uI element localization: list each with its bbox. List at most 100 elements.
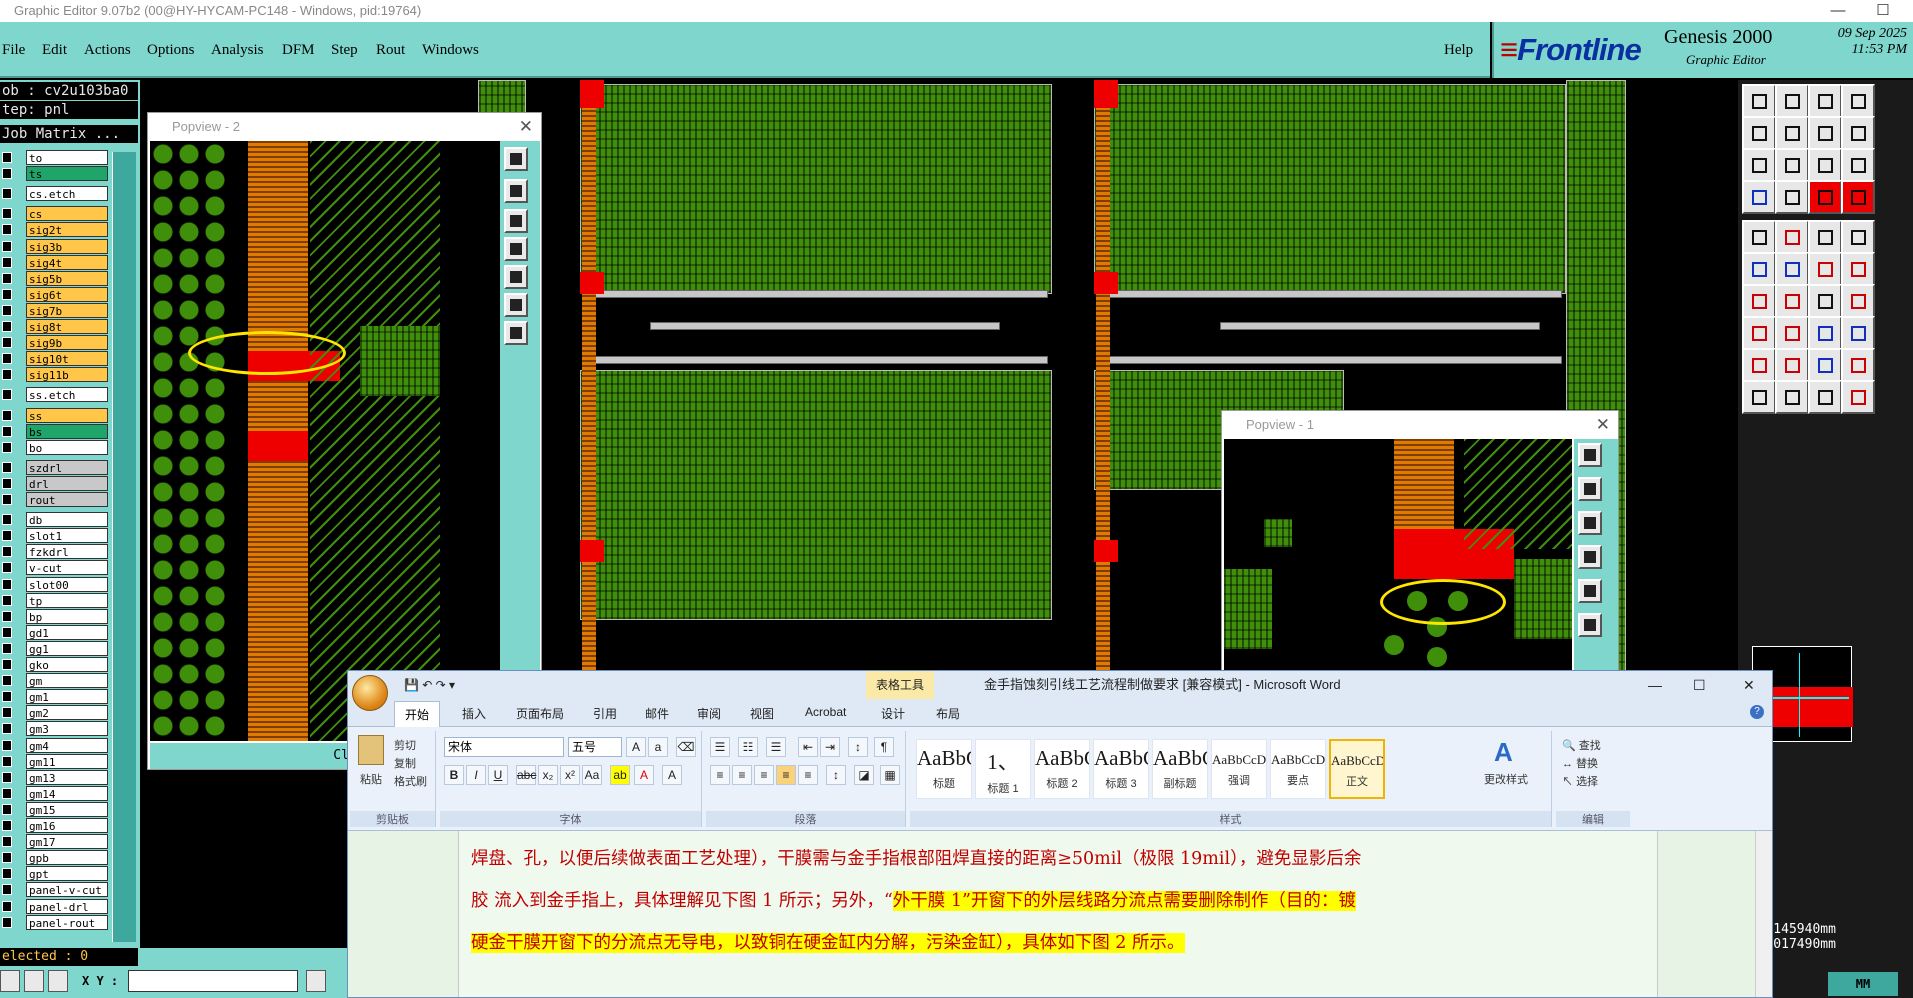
drc-icon-2[interactable] xyxy=(1775,348,1809,382)
edit-icon-1[interactable] xyxy=(1742,284,1776,318)
snap-icon-1[interactable] xyxy=(1742,180,1776,214)
edit-icon-3[interactable] xyxy=(1808,284,1842,318)
layer-item[interactable]: szdrl xyxy=(26,459,108,475)
layer-checkbox[interactable] xyxy=(2,594,12,606)
fit-icon[interactable] xyxy=(1578,613,1602,637)
drc-icon-4[interactable] xyxy=(1841,348,1875,382)
layer-checkbox[interactable] xyxy=(2,787,12,799)
layer-item[interactable]: sig8t xyxy=(26,319,108,334)
zoom-icon-1[interactable] xyxy=(1742,84,1776,118)
layer-item[interactable]: sig6t xyxy=(26,286,108,302)
layer-checkbox[interactable] xyxy=(2,900,12,912)
layer-item[interactable]: gm1 xyxy=(26,689,108,705)
layer-checkbox[interactable] xyxy=(2,272,12,284)
layer-item[interactable]: sig7b xyxy=(26,302,108,318)
layer-item[interactable]: gm xyxy=(26,673,108,689)
style-item[interactable]: AaBbC 标题 2 xyxy=(1034,739,1090,799)
grid-tool-icon[interactable] xyxy=(48,970,68,992)
maximize-button[interactable]: ☐ xyxy=(1860,0,1906,22)
layer-item[interactable]: sig11b xyxy=(26,367,108,383)
zoom-icon-2[interactable] xyxy=(1775,84,1809,118)
layer-checkbox[interactable] xyxy=(2,321,12,332)
layer-checkbox[interactable] xyxy=(2,494,12,505)
increase-indent-icon[interactable]: ⇥ xyxy=(820,737,840,757)
style-item[interactable]: AaBbC 副标题 xyxy=(1152,739,1208,799)
measure-icon-1[interactable] xyxy=(1742,252,1776,286)
multilevel-list-icon[interactable]: ☰ xyxy=(766,737,786,757)
tab-view[interactable]: 视图 xyxy=(750,705,774,722)
zoom-icon-4[interactable] xyxy=(1841,84,1875,118)
layer-checkbox[interactable] xyxy=(2,626,12,638)
menu-dfm[interactable]: DFM xyxy=(282,42,315,59)
align-left-icon[interactable]: ≡ xyxy=(710,765,730,785)
layer-checkbox[interactable] xyxy=(2,836,12,848)
word-window[interactable]: 💾 ↶ ↷ ▾ 表格工具 金手指蚀刻引线工艺流程制做要求 [兼容模式] - Mi… xyxy=(347,670,1773,998)
layer-icon-4[interactable] xyxy=(1841,148,1875,182)
shading-icon[interactable]: ◪ xyxy=(854,765,874,785)
shrink-font-icon[interactable]: a xyxy=(648,737,668,757)
numbering-icon[interactable]: ☷ xyxy=(738,737,758,757)
style-item[interactable]: AaBbCcD 强调 xyxy=(1211,739,1267,799)
style-item[interactable]: AaBbCcD 要点 xyxy=(1270,739,1326,799)
layer-item[interactable]: sig5b xyxy=(26,270,108,286)
layer-checkbox[interactable] xyxy=(2,852,12,864)
word-close-button[interactable]: ✕ xyxy=(1743,671,1755,699)
layer-item[interactable]: bp xyxy=(26,608,108,624)
layer-item[interactable]: gm11 xyxy=(26,753,108,769)
borders-icon[interactable]: ▦ xyxy=(880,765,900,785)
menu-analysis[interactable]: Analysis xyxy=(211,42,264,59)
layer-item[interactable]: ts xyxy=(26,166,108,182)
copy-button[interactable]: 复制 xyxy=(394,755,416,771)
replace-button[interactable]: ↔ 替换 xyxy=(1562,755,1598,771)
layer-checkbox[interactable] xyxy=(2,337,12,349)
layer-checkbox[interactable] xyxy=(2,820,12,831)
show-marks-icon[interactable]: ¶ xyxy=(874,737,894,757)
layer-item[interactable]: cs.etch xyxy=(26,186,108,202)
layer-checkbox[interactable] xyxy=(2,771,12,783)
zoom-in-icon[interactable] xyxy=(1578,443,1602,467)
layer-checkbox[interactable] xyxy=(2,389,12,401)
style-item[interactable]: AaBbC 标题 xyxy=(916,739,972,799)
align-center-icon[interactable]: ≡ xyxy=(732,765,752,785)
font-size-select[interactable]: 五号 xyxy=(568,737,622,757)
layer-item[interactable]: gm16 xyxy=(26,818,108,833)
pan-icon[interactable] xyxy=(504,237,528,261)
layer-checkbox[interactable] xyxy=(2,755,12,767)
layer-checkbox[interactable] xyxy=(2,578,12,590)
style-item[interactable]: AaBbC 标题 3 xyxy=(1093,739,1149,799)
menu-options[interactable]: Options xyxy=(147,42,195,59)
layer-item[interactable]: panel-v-cut xyxy=(26,882,108,898)
layer-checkbox[interactable] xyxy=(2,610,12,622)
layer-checkbox[interactable] xyxy=(2,441,12,453)
decrease-indent-icon[interactable]: ⇤ xyxy=(798,737,818,757)
popview-1-titlebar[interactable]: Popview - 1 ✕ xyxy=(1222,411,1618,438)
tab-page-layout[interactable]: 页面布局 xyxy=(516,705,564,722)
layer-item[interactable]: tp xyxy=(26,592,108,608)
layer-checkbox[interactable] xyxy=(2,642,12,654)
layer-item[interactable]: drl xyxy=(26,475,108,491)
change-case-icon[interactable]: Aa xyxy=(582,765,602,785)
style-item[interactable]: 1、 标题 1 xyxy=(975,739,1031,799)
layer-checkbox[interactable] xyxy=(2,152,12,163)
transform-icon-4[interactable] xyxy=(1841,316,1875,350)
clear-format-icon[interactable]: ⌫ xyxy=(676,737,696,757)
layer-checkbox[interactable] xyxy=(2,514,12,526)
font-color-icon[interactable]: A xyxy=(634,765,654,785)
layer-item[interactable]: gm14 xyxy=(26,785,108,801)
select-icon-2[interactable] xyxy=(1775,380,1809,414)
grow-font-icon[interactable]: A xyxy=(626,737,646,757)
layer-item[interactable]: bo xyxy=(26,439,108,455)
find-button[interactable]: 🔍 查找 xyxy=(1562,737,1601,753)
layer-checkbox[interactable] xyxy=(2,168,12,180)
layer-icon-2[interactable] xyxy=(1775,148,1809,182)
measure-tool-icon[interactable] xyxy=(24,970,44,992)
superscript-icon[interactable]: x² xyxy=(560,765,580,785)
measure-icon-3[interactable] xyxy=(1808,252,1842,286)
layer-item[interactable]: fzkdrl xyxy=(26,544,108,560)
layer-item[interactable]: sig3b xyxy=(26,238,108,254)
cut-button[interactable]: 剪切 xyxy=(394,737,416,753)
layer-item[interactable]: slot00 xyxy=(26,576,108,592)
layer-item[interactable]: sig9b xyxy=(26,335,108,351)
layer-item[interactable]: gm15 xyxy=(26,801,108,817)
fit-icon[interactable] xyxy=(504,293,528,317)
